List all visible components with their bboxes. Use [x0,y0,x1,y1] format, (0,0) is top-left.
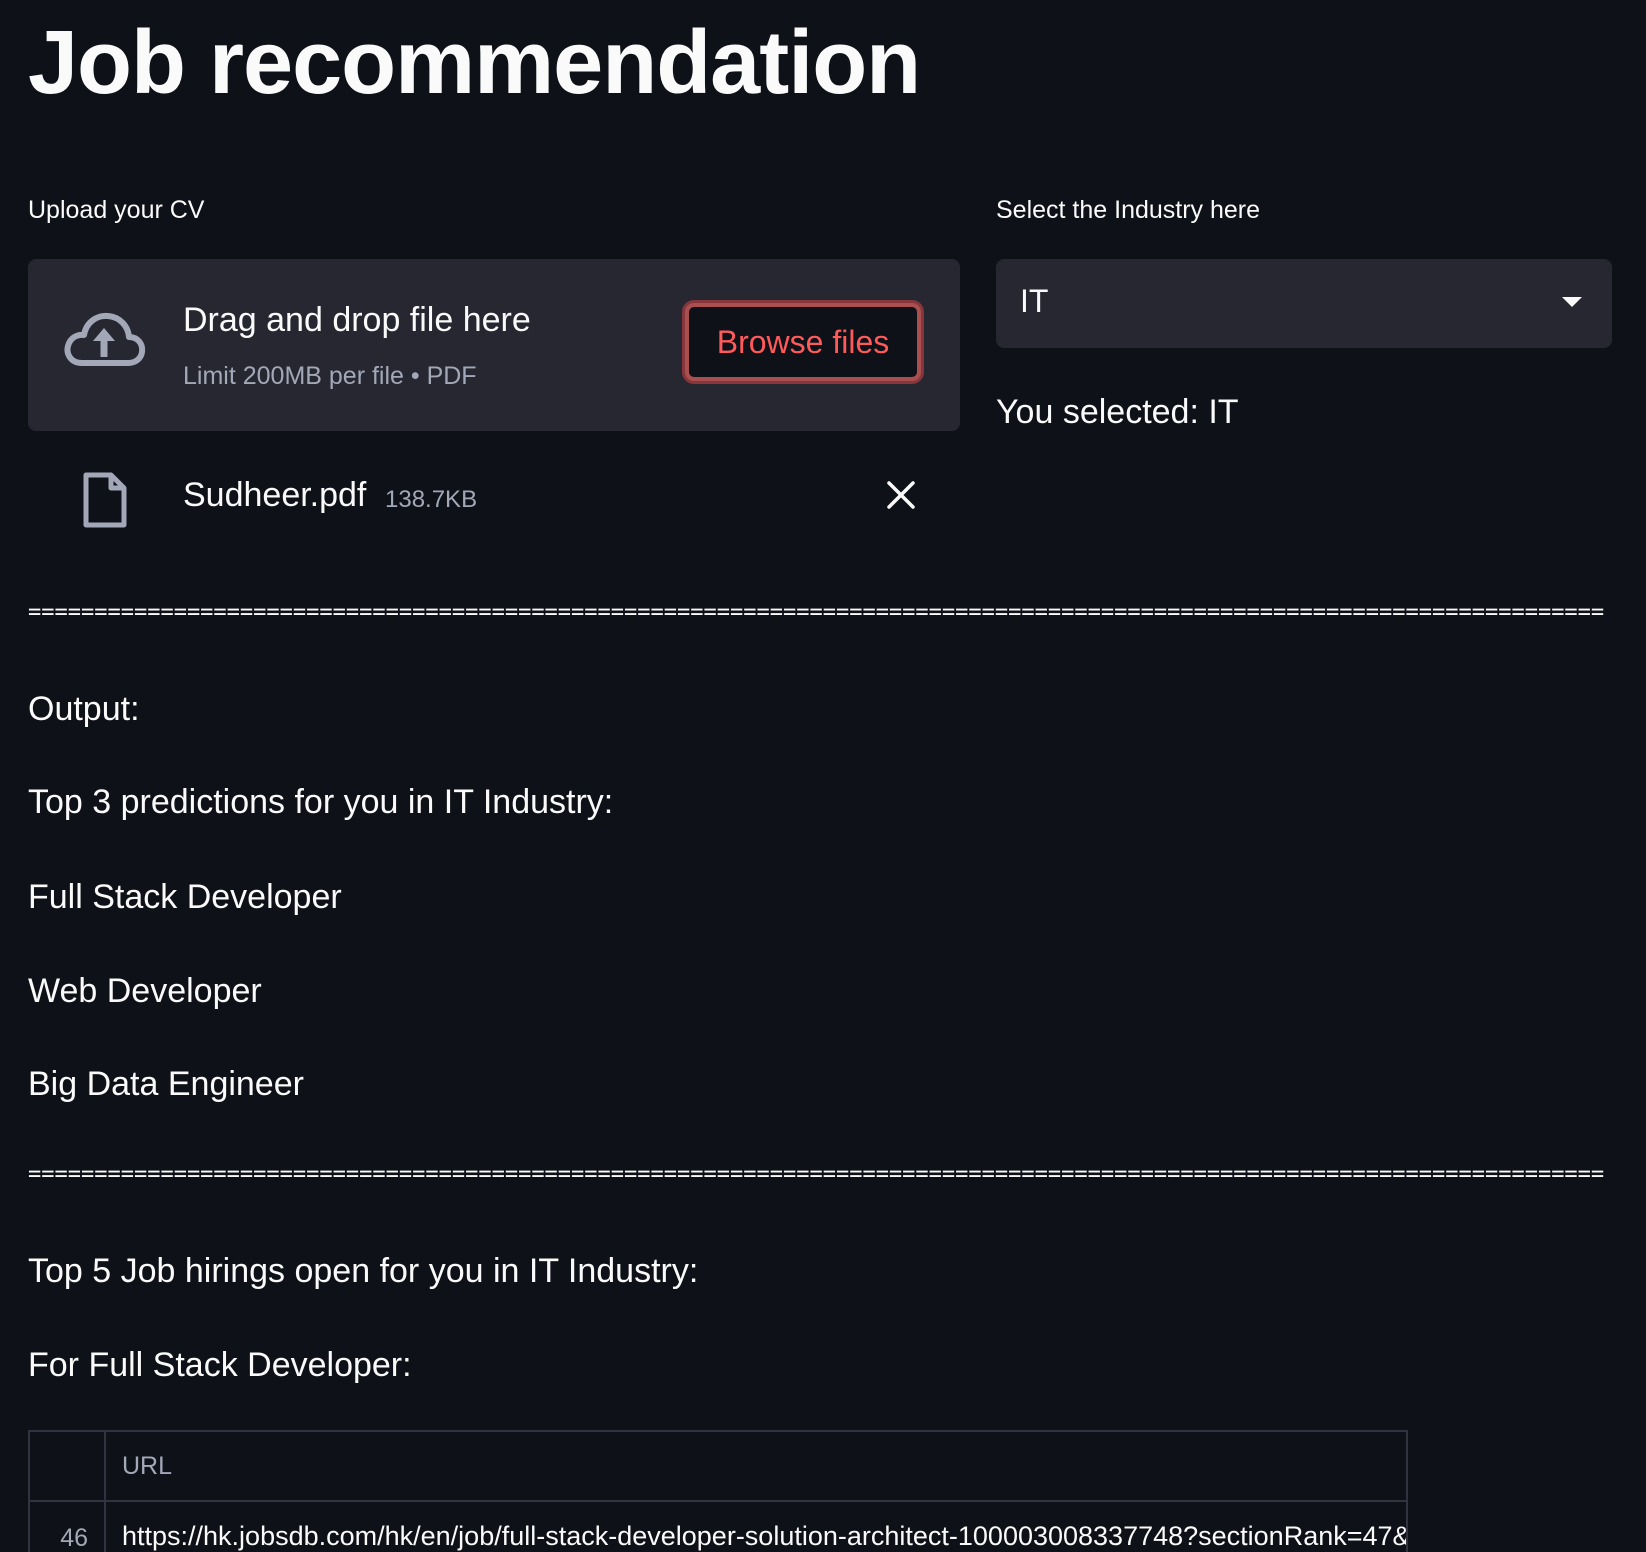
uploaded-file: Sudheer.pdf 138.7KB [28,460,960,540]
file-icon [83,472,127,528]
role-heading: For Full Stack Developer: [28,1346,412,1384]
browse-files-button[interactable]: Browse files [685,303,921,381]
column-header-url[interactable]: URL [122,1452,172,1481]
industry-select[interactable]: IT [996,259,1612,348]
separator-line: ========================================… [28,600,1604,625]
close-icon[interactable] [884,478,918,512]
separator-line: ========================================… [28,1162,1604,1187]
file-name: Sudheer.pdf [183,476,367,514]
upload-label: Upload your CV [28,196,205,224]
selected-industry-text: You selected: IT [996,393,1239,431]
table-header-row: URL [30,1432,1406,1502]
dropzone-instructions: Drag and drop file here [183,301,531,339]
dropzone-limit: Limit 200MB per file • PDF [183,362,477,390]
prediction-item: Full Stack Developer [28,878,342,916]
jobs-table[interactable]: URL 46 https://hk.jobsdb.com/hk/en/job/f… [28,1430,1408,1552]
page-title: Job recommendation [28,13,921,113]
app-container: Job recommendation Upload your CV Drag a… [0,0,1646,1552]
file-dropzone[interactable]: Drag and drop file here Limit 200MB per … [28,259,960,431]
industry-select-label: Select the Industry here [996,196,1261,224]
url-cell[interactable]: https://hk.jobsdb.com/hk/en/job/full-sta… [122,1521,1406,1552]
table-row[interactable]: 46 https://hk.jobsdb.com/hk/en/job/full-… [30,1502,1406,1552]
prediction-item: Web Developer [28,972,262,1010]
row-index-cell: 46 [30,1502,106,1552]
row-index: 46 [60,1524,88,1552]
output-heading: Output: [28,690,140,728]
industry-select-value: IT [1020,283,1049,319]
hirings-heading: Top 5 Job hirings open for you in IT Ind… [28,1252,699,1290]
index-header-cell [30,1432,106,1500]
predictions-heading: Top 3 predictions for you in IT Industry… [28,783,614,821]
file-size: 138.7KB [385,486,478,513]
cloud-upload-icon [64,312,146,366]
chevron-down-icon [1562,297,1582,307]
prediction-item: Big Data Engineer [28,1065,304,1103]
